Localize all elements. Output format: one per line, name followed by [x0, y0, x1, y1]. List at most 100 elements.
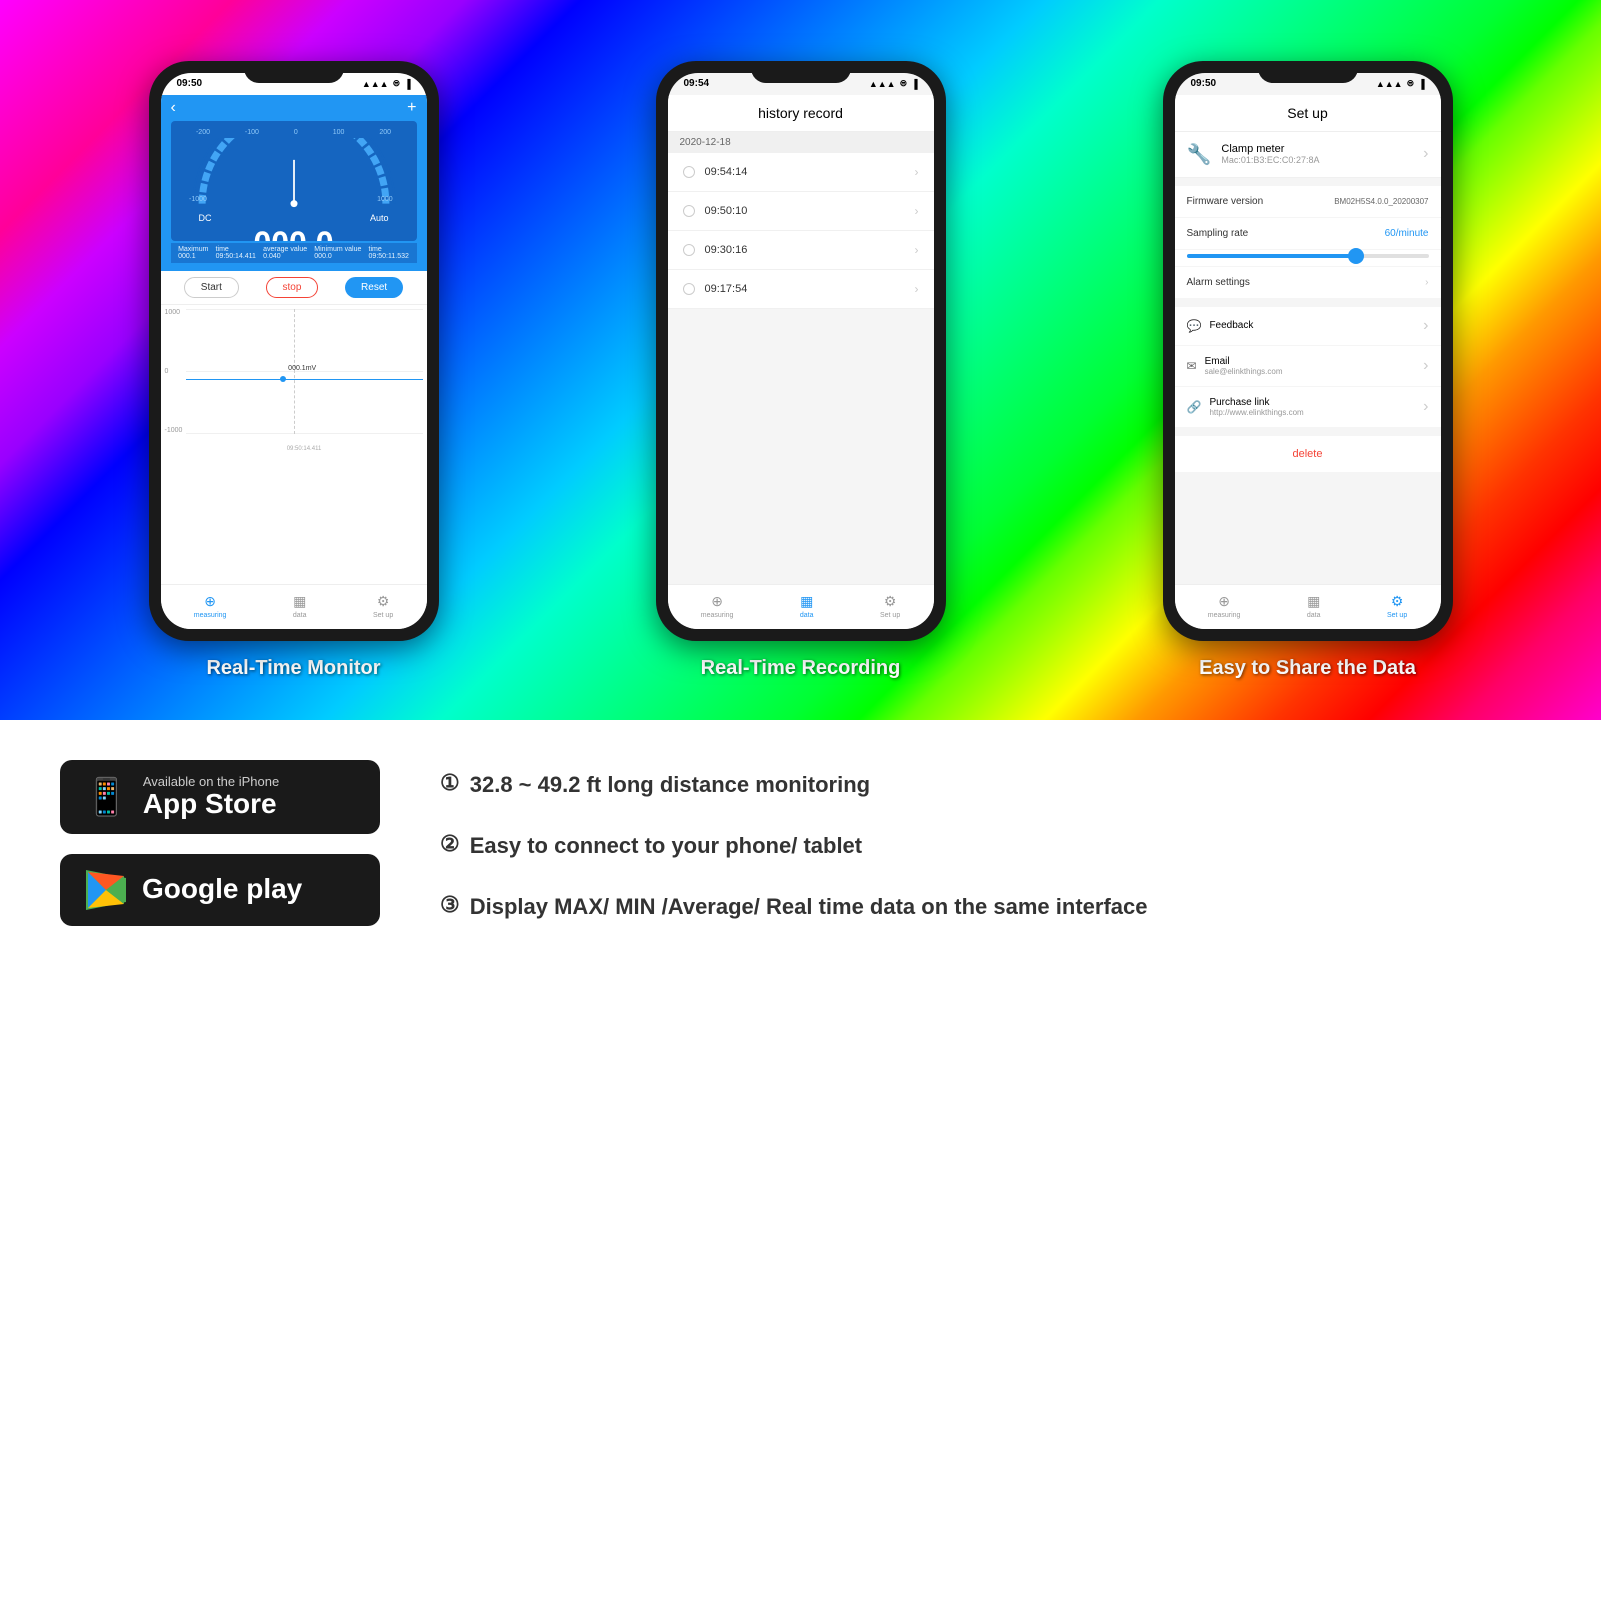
sampling-val: 60/minute	[1385, 228, 1429, 239]
battery-icon-3: ▐	[1418, 79, 1424, 89]
email-label: Email	[1205, 356, 1283, 367]
start-button[interactable]: Start	[184, 277, 239, 298]
back-arrow[interactable]: ‹	[171, 99, 176, 117]
history-item-4[interactable]: 09:17:54 ›	[668, 270, 934, 309]
nav-setup-2[interactable]: ⚙ Set up	[880, 593, 900, 619]
chevron-4: ›	[915, 282, 919, 296]
nav-data-label-3: data	[1307, 612, 1321, 619]
gauge-area: -200-1000100200	[171, 121, 417, 241]
screen-3: 09:50 ▲▲▲ ⊜ ▐ Set up 🔧	[1175, 73, 1441, 629]
feedback-section: 💬 Feedback › ✉ Email sal	[1175, 307, 1441, 428]
caption-3: Easy to Share the Data	[1199, 641, 1416, 680]
setup-title: Set up	[1287, 105, 1327, 121]
app-store-small: Available on the iPhone	[143, 774, 279, 789]
history-left-2: 09:50:10	[683, 205, 748, 217]
stat-max-label: Maximum	[178, 246, 208, 253]
history-item-1[interactable]: 09:54:14 ›	[668, 153, 934, 192]
grid-bot	[186, 433, 423, 434]
stat-avg: average value 0.040	[263, 246, 307, 260]
stat-min-label: Minimum value	[314, 246, 361, 253]
stop-button[interactable]: stop	[266, 277, 319, 298]
alarm-row[interactable]: Alarm settings ›	[1175, 267, 1441, 299]
setup-icon-1: ⚙	[377, 593, 390, 610]
nav-measuring-2[interactable]: ⊕ measuring	[701, 593, 734, 619]
chevron-3: ›	[915, 243, 919, 257]
screen-2: 09:54 ▲▲▲ ⊜ ▐ history record 2020-12-18	[668, 73, 934, 629]
delete-btn[interactable]: delete	[1175, 436, 1441, 472]
google-play-button[interactable]: Google play	[60, 854, 380, 926]
device-name: Clamp meter	[1221, 143, 1423, 155]
battery-icon-2: ▐	[911, 79, 917, 89]
history-screen: 09:54 ▲▲▲ ⊜ ▐ history record 2020-12-18	[668, 73, 934, 629]
nav-data-3[interactable]: ▦ data	[1307, 593, 1321, 619]
email-chevron: ›	[1423, 357, 1428, 375]
gauge-svg: -1000 1000	[179, 138, 409, 208]
feedback-chevron: ›	[1423, 317, 1428, 335]
device-icon: 🔧	[1187, 142, 1212, 167]
nav-setup-3[interactable]: ⚙ Set up	[1387, 593, 1407, 619]
chevron-1: ›	[915, 165, 919, 179]
nav-data-2[interactable]: ▦ data	[800, 593, 814, 619]
history-left-4: 09:17:54	[683, 283, 748, 295]
phone-setup: 09:50 ▲▲▲ ⊜ ▐ Set up 🔧	[1163, 61, 1453, 641]
purchase-row[interactable]: 🔗 Purchase link http://www.elinkthings.c…	[1175, 387, 1441, 428]
stat-min: Minimum value 000.0	[314, 246, 361, 260]
device-mac: Mac:01:B3:EC:C0:27:8A	[1221, 155, 1423, 165]
mode-label: DC	[199, 213, 212, 223]
nav-data-1[interactable]: ▦ data	[293, 593, 307, 619]
phone-setup-wrapper: 09:50 ▲▲▲ ⊜ ▐ Set up 🔧	[1163, 61, 1453, 680]
nav-measuring-1[interactable]: ⊕ measuring	[194, 593, 227, 619]
slider-thumb[interactable]	[1348, 248, 1364, 264]
history-item-3[interactable]: 09:30:16 ›	[668, 231, 934, 270]
bottom-nav-1: ⊕ measuring ▦ data ⚙ Set up	[161, 584, 427, 629]
stat-time-label: time	[216, 246, 256, 253]
nav-measuring-3[interactable]: ⊕ measuring	[1208, 593, 1241, 619]
nav-setup-label-3: Set up	[1387, 612, 1407, 619]
feedback-row[interactable]: 💬 Feedback ›	[1175, 307, 1441, 346]
dc-auto: DC Auto	[179, 213, 409, 223]
stat-time-val: 09:50:14.411	[216, 253, 256, 260]
device-row[interactable]: 🔧 Clamp meter Mac:01:B3:EC:C0:27:8A ›	[1175, 132, 1441, 178]
notch-2	[751, 61, 851, 83]
phone-store-icon: 📱	[84, 776, 129, 818]
phones-container: 09:50 ▲▲▲ ⊜ ▐ ‹ +	[40, 61, 1561, 680]
notch-3	[1258, 61, 1358, 83]
status-icons-3: ▲▲▲ ⊜ ▐	[1376, 78, 1425, 89]
signal-icon-3: ▲▲▲	[1376, 79, 1403, 89]
feedback-icon: 💬	[1187, 319, 1202, 333]
stat-max-val: 000.1	[178, 253, 208, 260]
firmware-val: BM02H5S4.0.0_20200307	[1334, 197, 1428, 206]
app-store-button[interactable]: 📱 Available on the iPhone App Store	[60, 760, 380, 834]
caption-1: Real-Time Monitor	[206, 641, 380, 680]
feature-text-1: 32.8 ~ 49.2 ft long distance monitoring	[470, 770, 870, 801]
history-left-1: 09:54:14	[683, 166, 748, 178]
slider-track[interactable]	[1187, 254, 1429, 258]
nav-setup-label-1: Set up	[373, 612, 393, 619]
purchase-info: Purchase link http://www.elinkthings.com	[1209, 397, 1303, 417]
svg-text:-1000: -1000	[189, 196, 207, 203]
feedback-left: 💬 Feedback	[1187, 319, 1254, 333]
reset-button[interactable]: Reset	[345, 277, 403, 298]
time-record-4: 09:17:54	[705, 283, 748, 295]
nav-measuring-label-3: measuring	[1208, 612, 1241, 619]
nav-setup-1[interactable]: ⚙ Set up	[373, 593, 393, 619]
history-item-2[interactable]: 09:50:10 ›	[668, 192, 934, 231]
slider-fill	[1187, 254, 1356, 258]
main-reading: 000.0	[179, 227, 409, 241]
feature-num-2: ②	[440, 831, 460, 857]
nav-data-label-2: data	[800, 612, 814, 619]
plus-icon[interactable]: +	[407, 99, 416, 117]
stat-avg-val: 0.040	[263, 253, 307, 260]
measuring-icon-3: ⊕	[1218, 593, 1230, 610]
purchase-left: 🔗 Purchase link http://www.elinkthings.c…	[1187, 397, 1304, 417]
google-play-label: Google play	[142, 874, 302, 905]
alarm-label: Alarm settings	[1187, 277, 1250, 288]
feature-num-1: ①	[440, 770, 460, 796]
nav-measuring-label: measuring	[194, 612, 227, 619]
phone-history: 09:54 ▲▲▲ ⊜ ▐ history record 2020-12-18	[656, 61, 946, 641]
email-row[interactable]: ✉ Email sale@elinkthings.com ›	[1175, 346, 1441, 387]
feature-item-2: ② Easy to connect to your phone/ tablet	[440, 831, 1541, 862]
measuring-screen: 09:50 ▲▲▲ ⊜ ▐ ‹ +	[161, 73, 427, 629]
grid-top	[186, 309, 423, 310]
play-store-icon	[84, 868, 128, 912]
